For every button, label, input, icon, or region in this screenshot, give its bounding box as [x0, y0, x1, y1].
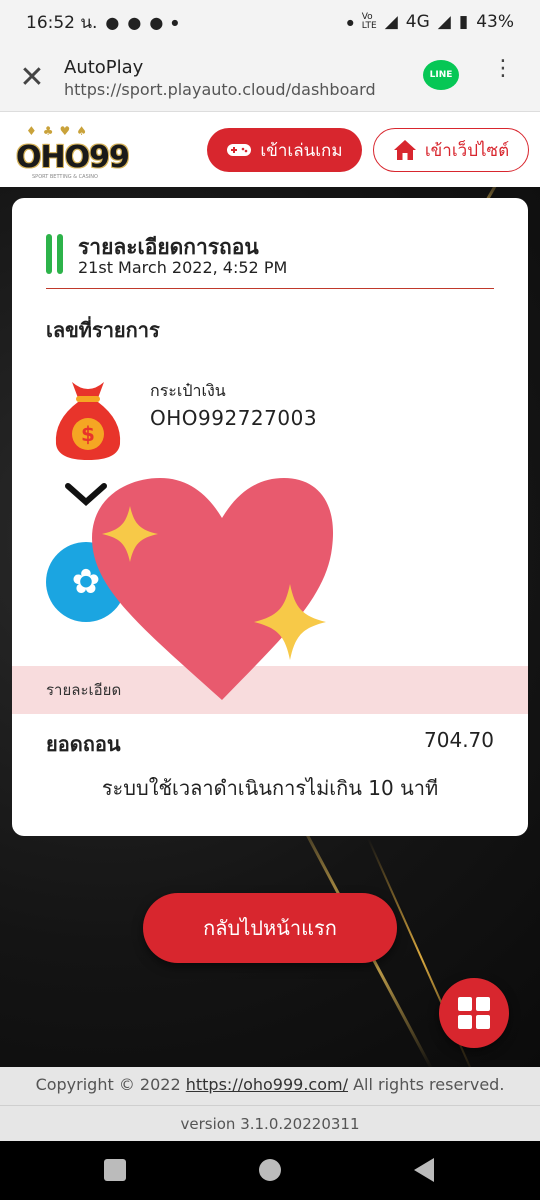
back-to-home-button[interactable]: กลับไปหน้าแรก	[143, 893, 397, 963]
heart-sticker	[92, 478, 334, 700]
copyright-prefix: Copyright © 2022	[35, 1075, 181, 1094]
home-nav-icon[interactable]	[259, 1159, 281, 1181]
close-icon[interactable]: ✕	[0, 60, 64, 95]
volte-icon: Vo LTE	[361, 12, 377, 31]
footer: Copyright © 2022 https://oho999.com/ All…	[0, 1067, 540, 1141]
logo-subtitle: SPORT BETTING & CASINO	[32, 174, 98, 180]
recent-apps-icon[interactable]	[104, 1159, 126, 1181]
processing-time-note: ระบบใช้เวลาดำเนินการไม่เกิน 10 นาที	[101, 776, 439, 800]
menu-grid-button[interactable]	[439, 978, 509, 1048]
footer-divider	[0, 1105, 540, 1106]
grid-icon	[458, 997, 490, 1029]
copyright: Copyright © 2022 https://oho999.com/ All…	[0, 1075, 540, 1094]
system-nav-bar	[0, 1141, 540, 1200]
battery-level: 43%	[476, 12, 514, 32]
back-to-home-label: กลับไปหน้าแรก	[203, 916, 337, 940]
wallet-id: OHO992727003	[150, 406, 318, 430]
network-type: 4G	[405, 12, 430, 32]
battery-icon: ▮	[458, 12, 469, 32]
browser-bar: ✕ AutoPlay https://sport.playauto.cloud/…	[0, 44, 540, 112]
back-icon[interactable]	[414, 1158, 434, 1182]
browser-url: https://sport.playauto.cloud/dashboard	[64, 79, 376, 99]
speed-icon: ●	[149, 12, 164, 32]
play-game-label: เข้าเล่นเกม	[260, 140, 343, 161]
line-icon[interactable]: LINE	[423, 60, 459, 90]
dot-icon: ●	[346, 17, 354, 27]
title-accent-bars	[46, 234, 63, 274]
gamepad-icon	[227, 144, 252, 156]
withdraw-amount-label: ยอดถอน	[46, 732, 121, 756]
signal-icon-2: ◢	[437, 12, 451, 32]
play-game-button[interactable]: เข้าเล่นเกม	[207, 128, 362, 172]
website-label: เข้าเว็ปไซต์	[424, 140, 510, 161]
site-header: ♦♣♥♠ OHO99 SPORT BETTING & CASINO เข้าเล…	[0, 112, 540, 187]
website-button[interactable]: เข้าเว็ปไซต์	[373, 128, 529, 172]
status-time: 16:52 น.	[26, 12, 98, 33]
card-date: 21st March 2022, 4:52 PM	[78, 258, 288, 277]
site-logo[interactable]: ♦♣♥♠ OHO99 SPORT BETTING & CASINO	[12, 122, 138, 180]
browser-title: AutoPlay	[64, 56, 144, 78]
chat-icon: ●	[105, 12, 120, 32]
wallet-label: กระเป๋าเงิน	[150, 381, 226, 400]
withdraw-amount-value: 704.70	[424, 728, 494, 752]
copyright-suffix: All rights reserved.	[353, 1075, 505, 1094]
status-bar: 16:52 น. ● ● ● ● ● Vo LTE ◢ 4G ◢ ▮ 43%	[0, 0, 540, 44]
line-badge-label: LINE	[429, 70, 453, 80]
transaction-number-label: เลขที่รายการ	[46, 318, 160, 342]
money-bag-icon: $	[55, 382, 121, 460]
signal-icon: ◢	[384, 12, 398, 32]
version-text: version 3.1.0.20220311	[180, 1115, 360, 1133]
logo-decoration: ♦♣♥♠	[26, 124, 94, 138]
dot-icon: ●	[171, 17, 179, 27]
copyright-link[interactable]: https://oho999.com/	[186, 1075, 348, 1094]
card-divider	[46, 288, 494, 289]
svg-text:$: $	[81, 422, 95, 446]
more-options-icon[interactable]: ⋮	[492, 58, 514, 80]
home-icon	[393, 140, 416, 160]
line-notification-icon: ●	[127, 12, 142, 32]
logo-text: OHO99	[16, 140, 130, 175]
